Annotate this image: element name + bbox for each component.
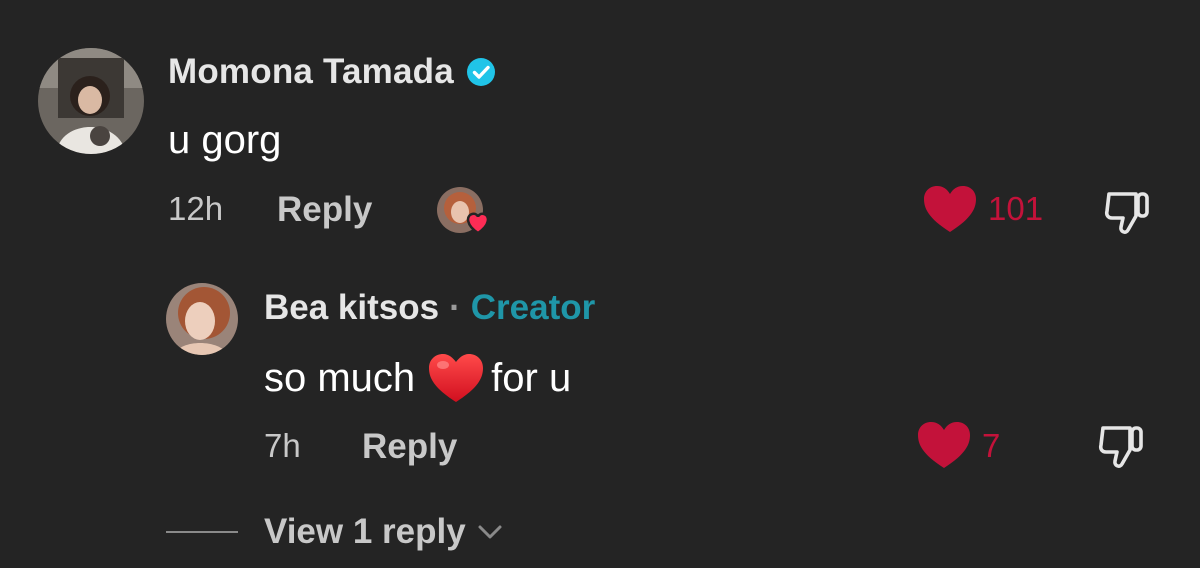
reply-text: so much for u xyxy=(264,352,571,404)
reply-timestamp: 7h xyxy=(264,427,301,464)
view-replies-label[interactable]: View 1 reply xyxy=(264,512,466,552)
separator-dot: · xyxy=(449,288,461,327)
heart-icon[interactable] xyxy=(916,420,972,470)
creator-liked-indicator xyxy=(436,186,496,236)
verified-badge-icon xyxy=(466,58,495,86)
like-count: 7 xyxy=(982,427,1001,464)
reply-username[interactable]: Bea kitsos · Creator xyxy=(264,288,595,328)
reply-button[interactable]: Reply xyxy=(277,190,372,230)
creator-badge: Creator xyxy=(470,288,596,327)
avatar-bea-kitsos[interactable] xyxy=(166,283,238,355)
reply-text-after: for u xyxy=(491,355,572,400)
creator-avatar-mini xyxy=(437,187,483,233)
thumbs-down-icon[interactable] xyxy=(1096,420,1148,472)
thumbs-down-icon[interactable] xyxy=(1102,186,1154,238)
red-heart-emoji-icon xyxy=(429,354,484,402)
like-count: 101 xyxy=(988,190,1044,227)
avatar-momona-tamada[interactable] xyxy=(38,48,144,154)
reply-button[interactable]: Reply xyxy=(362,427,457,467)
heart-icon[interactable] xyxy=(922,184,978,234)
view-replies-button[interactable]: View 1 reply xyxy=(264,512,504,552)
reply-text-before: so much xyxy=(264,355,416,400)
username-text[interactable]: Momona Tamada xyxy=(168,52,454,92)
replies-divider xyxy=(166,531,238,533)
username-text[interactable]: Bea kitsos xyxy=(264,288,439,328)
chevron-down-icon[interactable] xyxy=(476,522,504,542)
comment-text: u gorg xyxy=(168,118,282,162)
comment-username[interactable]: Momona Tamada xyxy=(168,52,496,92)
comment-timestamp: 12h xyxy=(168,190,224,227)
